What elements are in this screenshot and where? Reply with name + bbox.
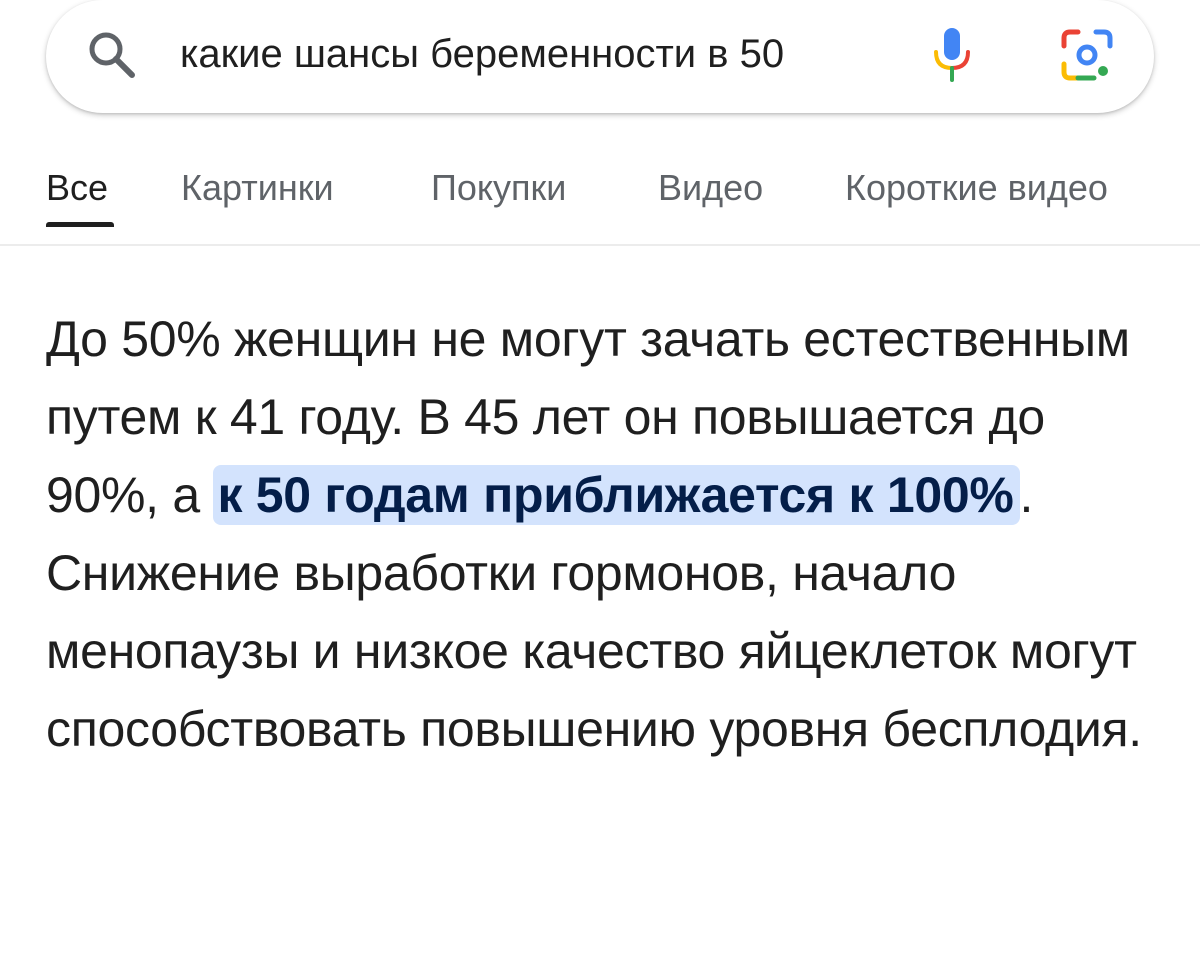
tab-images[interactable]: Картинки — [181, 166, 334, 210]
mic-icon[interactable] — [928, 22, 976, 86]
active-tab-indicator — [46, 222, 114, 227]
answer-highlight: к 50 годам приближается к 100% — [213, 465, 1020, 525]
tab-all[interactable]: Все — [46, 166, 108, 210]
search-icon[interactable] — [84, 27, 140, 83]
tabs-divider — [0, 244, 1200, 246]
tab-short-videos[interactable]: Короткие видео — [845, 166, 1108, 210]
featured-snippet-text: До 50% женщин не могут зачать естественн… — [46, 300, 1166, 768]
search-tabs: Все Картинки Покупки Видео Короткие виде… — [0, 150, 1200, 245]
tab-videos[interactable]: Видео — [658, 166, 763, 210]
search-input[interactable]: какие шансы беременности в 50 — [180, 28, 784, 80]
tab-shopping[interactable]: Покупки — [431, 166, 566, 210]
lens-icon[interactable] — [1058, 26, 1116, 84]
